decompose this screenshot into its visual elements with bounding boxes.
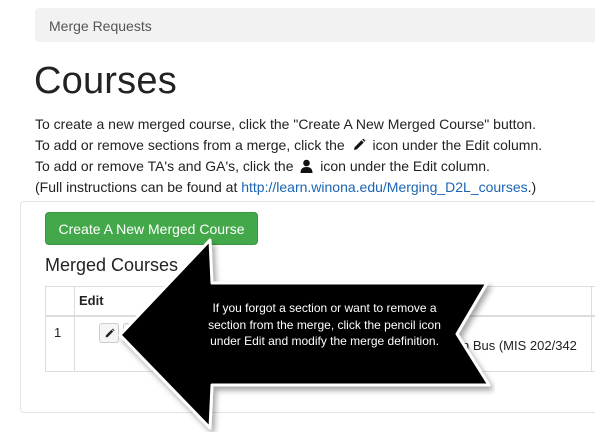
instructions: To create a new merged course, click the… bbox=[35, 114, 542, 198]
instructions-link[interactable]: http://learn.winona.edu/Merging_D2L_cour… bbox=[241, 179, 527, 195]
callout-text: If you forgot a section or want to remov… bbox=[208, 301, 441, 348]
row-number: 1 bbox=[54, 325, 62, 340]
column-header-edit: Edit bbox=[79, 293, 104, 308]
pencil-icon bbox=[353, 138, 365, 150]
instruction-full: (Full instructions can be found at http:… bbox=[35, 179, 537, 195]
column-divider bbox=[591, 287, 592, 371]
column-divider bbox=[74, 287, 75, 371]
instruction-create: To create a new merged course, click the… bbox=[35, 116, 536, 132]
pencil-icon bbox=[105, 327, 115, 337]
user-icon bbox=[300, 159, 313, 173]
breadcrumb: Merge Requests bbox=[35, 8, 595, 42]
page-title: Courses bbox=[34, 60, 177, 102]
instruction-sections: To add or remove sections from a merge, … bbox=[35, 137, 543, 153]
breadcrumb-item-merge-requests[interactable]: Merge Requests bbox=[49, 18, 152, 34]
instruction-tas: To add or remove TA's and GA's, click th… bbox=[35, 158, 490, 174]
